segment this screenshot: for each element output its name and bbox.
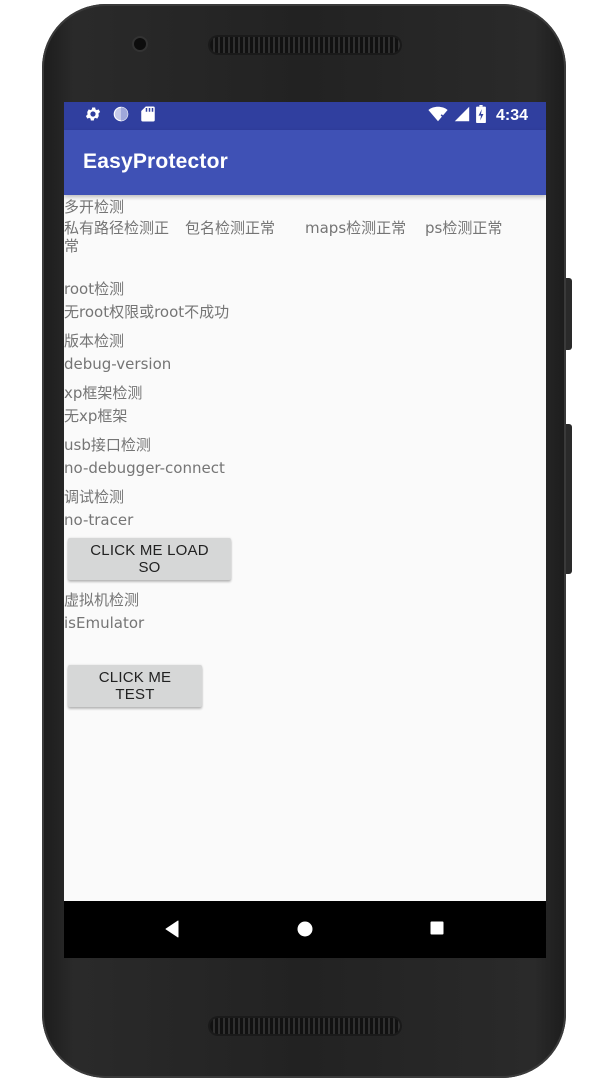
emulator-result: isEmulator: [64, 614, 145, 632]
usb-result: no-debugger-connect: [64, 459, 225, 477]
debug-result: no-tracer: [64, 511, 134, 529]
app-bar: EasyProtector: [64, 130, 546, 195]
power-button: [566, 278, 572, 350]
status-clock: 4:34: [495, 107, 528, 124]
usb-heading: usb接口检测: [64, 436, 151, 454]
root-heading: root检测: [64, 280, 125, 298]
version-heading: 版本检测: [64, 332, 125, 350]
debug-heading: 调试检测: [64, 488, 125, 506]
status-notification-icons: [84, 106, 156, 126]
sd-card-icon: [140, 105, 156, 127]
root-result: 无root权限或root不成功: [64, 303, 230, 321]
wifi-icon: [428, 106, 448, 126]
cell-signal-icon: [454, 106, 470, 126]
recents-icon[interactable]: [429, 920, 445, 940]
private-path-result: 私有路径检测正常: [64, 219, 170, 255]
emulator-heading: 虚拟机检测: [64, 591, 140, 609]
ps-result: ps检测正常: [425, 219, 503, 237]
screen: 4:34 EasyProtector 多开检测 私有路径检测正常 包名检测正常 …: [64, 102, 546, 958]
battery-icon: [476, 105, 486, 127]
back-icon[interactable]: [164, 920, 180, 942]
navigation-bar: [64, 901, 546, 958]
app-title: EasyProtector: [83, 150, 228, 173]
version-result: debug-version: [64, 355, 172, 373]
maps-result: maps检测正常: [305, 219, 407, 237]
test-button[interactable]: CLICK ME TEST: [68, 665, 202, 707]
front-camera: [134, 38, 146, 50]
volume-button: [566, 424, 572, 574]
sync-circle-icon: [112, 105, 130, 127]
top-speaker: [210, 37, 400, 53]
detection-content: 多开检测 私有路径检测正常 包名检测正常 maps检测正常 ps检测正常 roo…: [64, 195, 546, 901]
status-bar: 4:34: [64, 102, 546, 130]
load-so-button[interactable]: CLICK ME LOAD SO: [68, 538, 231, 580]
status-system-icons: 4:34: [428, 105, 528, 127]
multi-open-results: 私有路径检测正常 包名检测正常 maps检测正常 ps检测正常: [64, 219, 546, 261]
package-name-result: 包名检测正常: [185, 219, 276, 237]
xposed-heading: xp框架检测: [64, 384, 143, 402]
home-icon[interactable]: [296, 920, 314, 942]
bottom-speaker: [210, 1018, 400, 1034]
multi-open-heading: 多开检测: [64, 198, 125, 216]
gear-icon: [84, 105, 102, 127]
xposed-result: 无xp框架: [64, 407, 128, 425]
